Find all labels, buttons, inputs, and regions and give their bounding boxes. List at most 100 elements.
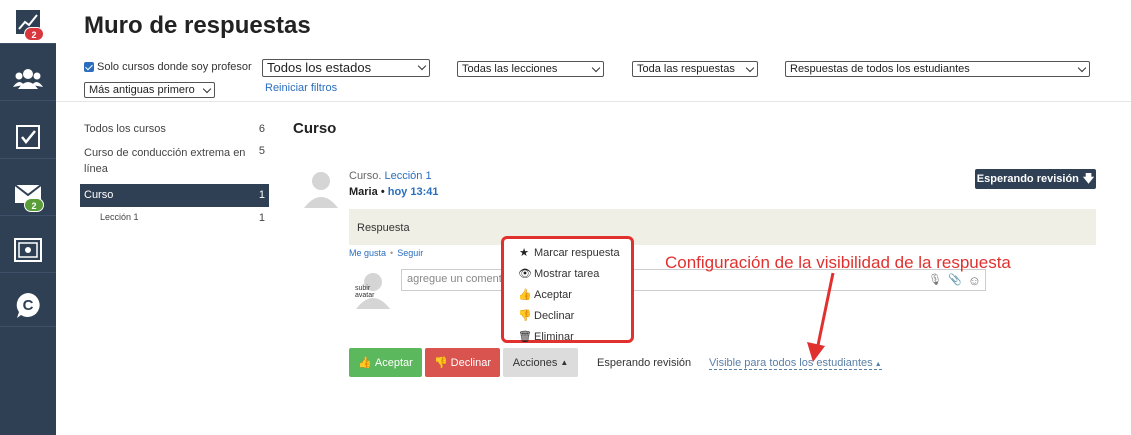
caret-up-icon: ▲ <box>874 361 882 368</box>
trash-icon: 🗑 <box>518 331 532 343</box>
students-filter-select[interactable]: Respuestas de todos los estudiantes <box>785 61 1090 77</box>
caret-up-icon: ▲ <box>560 358 569 367</box>
emoji-icon[interactable]: ☺ <box>968 273 981 288</box>
course-list: Todos los cursos 6 Curso de conducción e… <box>80 120 269 225</box>
rail-item-safe[interactable] <box>0 229 56 273</box>
course-count: 5 <box>258 145 265 157</box>
course-label: Curso <box>84 189 114 201</box>
lesson-label: Lección 1 <box>100 212 139 222</box>
paperclip-icon[interactable]: 📎 <box>948 273 962 288</box>
svg-text:C: C <box>23 297 34 314</box>
only-my-courses-checkbox[interactable]: Solo cursos donde soy profesor <box>84 61 252 73</box>
users-icon <box>13 68 43 89</box>
page-title: Muro de respuestas <box>84 12 311 39</box>
status-button-label: Esperando revisión <box>976 173 1079 185</box>
review-status-text: Esperando revisión <box>597 357 692 369</box>
chevron-down-icon <box>591 63 601 73</box>
reset-filters-link[interactable]: Reiniciar filtros <box>265 82 337 94</box>
thumbs-down-icon: 👎 <box>433 357 448 369</box>
course-item-curso[interactable]: Curso 1 <box>80 184 269 207</box>
lessons-filter-value: Todas las lecciones <box>462 63 558 75</box>
actions-dropdown-menu: ★ Marcar respuesta 👁 Mostrar tarea 👍 Ace… <box>501 236 634 343</box>
rail-item-tasks[interactable] <box>0 115 56 159</box>
thumbs-up-icon: 👍 <box>358 357 372 369</box>
course-item-extreme-driving[interactable]: Curso de conducción extrema en línea 5 <box>84 142 269 180</box>
course-label: Todos los cursos <box>84 123 166 135</box>
menu-item-accept[interactable]: 👍 Aceptar <box>518 284 631 305</box>
decline-label: Declinar <box>450 356 492 369</box>
notification-badge: 2 <box>24 198 44 212</box>
answers-filter-select[interactable]: Toda las respuestas <box>632 61 758 77</box>
upload-avatar-label[interactable]: subir avatar <box>355 285 385 299</box>
lesson-count: 1 <box>258 212 265 224</box>
notification-badge: 2 <box>24 27 44 41</box>
like-follow-line: Me gusta • Seguir <box>349 248 423 258</box>
separator: • <box>380 186 385 198</box>
order-value: Más antiguas primero <box>89 84 195 96</box>
safe-icon <box>14 237 42 262</box>
menu-item-label: Declinar <box>534 309 575 322</box>
decline-button[interactable]: 👎 Declinar <box>425 348 500 377</box>
post-course: Curso. <box>349 170 382 182</box>
post-breadcrumb: Curso. Lección 1 <box>349 170 432 182</box>
chevron-down-icon <box>745 63 755 73</box>
menu-item-label: Mostrar tarea <box>534 267 600 280</box>
rail-item-chat[interactable]: C <box>0 283 56 327</box>
chat-c-icon: C <box>16 292 40 318</box>
actions-button[interactable]: Acciones ▲ <box>503 348 578 377</box>
post-author[interactable]: Maria <box>349 186 378 198</box>
dot-separator: • <box>390 248 394 258</box>
visibility-dropdown-link[interactable]: Visible para todos los estudiantes ▲ <box>709 357 882 370</box>
actions-label: Acciones <box>512 356 558 369</box>
eye-icon: 👁 <box>518 268 532 280</box>
like-link[interactable]: Me gusta <box>349 248 386 258</box>
follow-link[interactable]: Seguir <box>397 248 423 258</box>
rail-item-users[interactable] <box>0 57 56 101</box>
answers-filter-value: Toda las respuestas <box>637 63 735 75</box>
menu-item-decline[interactable]: 👎 Declinar <box>518 305 631 326</box>
answer-text: Respuesta <box>357 222 410 234</box>
divider <box>56 101 1131 102</box>
students-filter-value: Respuestas de todos los estudiantes <box>790 63 970 75</box>
comment-tools: 🎙 📎 ☺ <box>928 273 981 288</box>
course-count: 6 <box>258 123 265 135</box>
checkbox-checked-icon <box>84 62 94 72</box>
thumbs-down-icon: 👎 <box>518 310 532 322</box>
app-root: 2 2 C Muro de respuestas Solo cursos don… <box>0 0 1131 435</box>
menu-item-label: Aceptar <box>534 288 572 301</box>
rail-item-statistics[interactable]: 2 <box>0 0 56 44</box>
post-time[interactable]: hoy 13:41 <box>388 186 439 198</box>
chevron-down-icon <box>1077 63 1087 73</box>
course-count: 1 <box>258 189 265 201</box>
accept-button[interactable]: 👍 Aceptar <box>349 348 422 377</box>
status-filter-value: Todos los estados <box>267 60 372 75</box>
thumbs-up-icon: 👍 <box>518 289 532 301</box>
main-sidebar: 2 2 C <box>0 0 56 435</box>
answer-box: Respuesta <box>349 209 1096 245</box>
chevron-down-icon <box>202 84 212 94</box>
status-filter-select[interactable]: Todos los estados <box>262 59 430 77</box>
star-icon: ★ <box>519 247 529 259</box>
menu-item-label: Eliminar <box>534 330 574 343</box>
post-author-line: Maria • hoy 13:41 <box>349 186 438 198</box>
microphone-icon[interactable]: 🎙 <box>928 273 942 288</box>
order-select[interactable]: Más antiguas primero <box>84 82 215 98</box>
menu-item-mark-answer[interactable]: ★ Marcar respuesta <box>518 242 631 263</box>
rail-item-messages[interactable]: 2 <box>0 172 56 216</box>
accept-label: Aceptar <box>374 356 413 369</box>
course-label: Curso de conducción extrema en línea <box>84 147 246 175</box>
section-title: Curso <box>293 120 337 137</box>
menu-item-show-task[interactable]: 👁 Mostrar tarea <box>518 263 631 284</box>
arrow-down-icon: 🡇 <box>1082 172 1095 185</box>
menu-item-label: Marcar respuesta <box>534 246 620 259</box>
annotation-arrow-icon <box>807 272 835 362</box>
checkbox-label: Solo cursos donde soy profesor <box>97 61 252 73</box>
lesson-item-1[interactable]: Lección 1 1 <box>84 209 269 225</box>
status-button[interactable]: Esperando revisión 🡇 <box>975 169 1096 189</box>
menu-item-delete[interactable]: 🗑 Eliminar <box>518 326 631 347</box>
post-lesson-link[interactable]: Lección 1 <box>384 170 431 182</box>
chevron-down-icon <box>417 61 427 71</box>
user-avatar-icon <box>304 172 338 208</box>
course-item-all[interactable]: Todos los cursos 6 <box>84 120 269 138</box>
lessons-filter-select[interactable]: Todas las lecciones <box>457 61 604 77</box>
